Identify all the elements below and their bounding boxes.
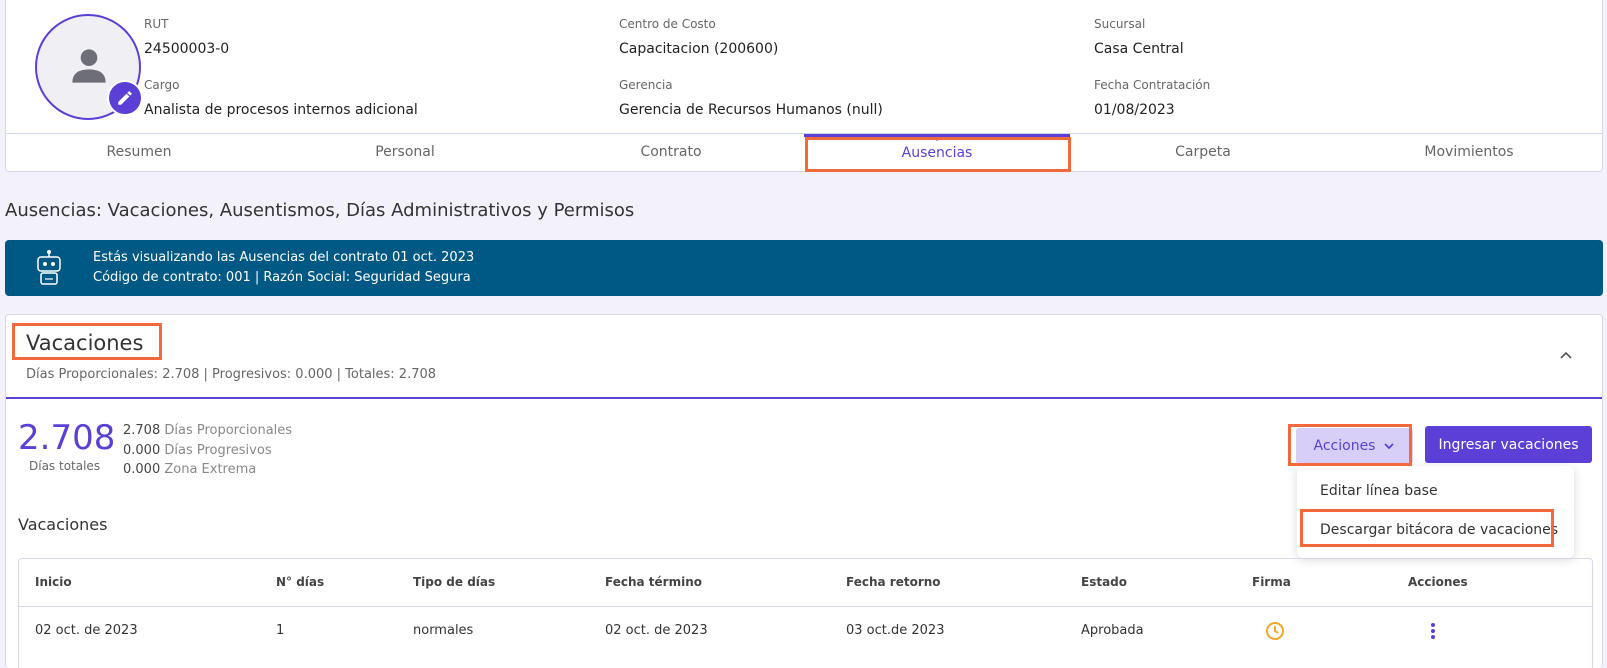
breakdown-row: 0.000 Zona Extrema — [123, 460, 292, 480]
employee-header-card: RUT 24500003-0 Centro de Costo Capacitac… — [5, 0, 1603, 172]
breakdown-value: 2.708 — [123, 423, 161, 438]
menu-item-editar-linea-base[interactable]: Editar línea base — [1320, 483, 1438, 499]
fecha-contratacion-field: Fecha Contratación 01/08/2023 — [1094, 78, 1210, 118]
sucursal-value: Casa Central — [1094, 41, 1184, 57]
breakdown-label: Zona Extrema — [164, 462, 257, 477]
cell-inicio: 02 oct. de 2023 — [35, 623, 138, 638]
menu-item-descargar-bitacora[interactable]: Descargar bitácora de vacaciones — [1320, 522, 1558, 538]
breakdown-row: 0.000 Días Progresivos — [123, 441, 292, 461]
acciones-label: Acciones — [1313, 438, 1376, 454]
banner-line-1: Estás visualizando las Ausencias del con… — [93, 250, 475, 265]
cargo-field: Cargo Analista de procesos internos adic… — [144, 78, 418, 118]
vacaciones-divider — [6, 397, 1602, 399]
tab-carpeta[interactable]: Carpeta — [1070, 134, 1336, 172]
pencil-icon — [118, 91, 132, 105]
table-header: Inicio N° días Tipo de días Fecha términ… — [19, 559, 1592, 607]
robot-icon — [37, 250, 61, 285]
centro-costo-field: Centro de Costo Capacitacion (200600) — [619, 17, 778, 57]
ingresar-vacaciones-button[interactable]: Ingresar vacaciones — [1425, 426, 1592, 463]
acciones-button[interactable]: Acciones — [1296, 428, 1413, 464]
tab-personal[interactable]: Personal — [272, 134, 538, 172]
cargo-value: Analista de procesos internos adicional — [144, 102, 418, 118]
breakdown-label: Días Progresivos — [164, 442, 272, 458]
chevron-up-icon[interactable] — [1558, 347, 1574, 363]
vacaciones-title: Vacaciones — [26, 331, 144, 355]
cell-estado: Aprobada — [1081, 623, 1144, 638]
column-header: N° días — [276, 575, 325, 589]
total-days-label: Días totales — [29, 459, 101, 473]
breakdown-label: Días Proporcionales — [164, 423, 293, 438]
vacaciones-card: Vacaciones Días Proporcionales: 2.708 | … — [5, 314, 1603, 668]
profile-tabs: Resumen Personal Contrato Ausencias Carp… — [6, 134, 1602, 172]
fecha-contratacion-label: Fecha Contratación — [1094, 78, 1211, 92]
column-header: Fecha término — [605, 575, 702, 589]
breakdown-value: 0.000 — [123, 462, 161, 477]
breakdown-value: 0.000 — [123, 442, 161, 458]
kebab-icon[interactable] — [1428, 621, 1438, 641]
contract-info-banner: Estás visualizando las Ausencias del con… — [5, 240, 1603, 296]
cell-tipo: normales — [413, 623, 474, 638]
centro-costo-label: Centro de Costo — [619, 17, 716, 31]
banner-line-2: Código de contrato: 001 | Razón Social: … — [93, 270, 471, 285]
edit-avatar-button[interactable] — [107, 80, 143, 116]
days-breakdown: 2.708 Días Proporcionales 0.000 Días Pro… — [123, 421, 292, 480]
column-header: Firma — [1252, 575, 1291, 589]
vacaciones-list-title: Vacaciones — [18, 515, 108, 534]
person-icon — [72, 49, 106, 83]
clock-icon — [1266, 622, 1284, 640]
tab-movimientos[interactable]: Movimientos — [1336, 134, 1602, 172]
gerencia-value: Gerencia de Recursos Humanos (null) — [619, 102, 883, 118]
vacaciones-subtitle: Días Proporcionales: 2.708 | Progresivos… — [26, 367, 437, 382]
page-title: Ausencias: Vacaciones, Ausentismos, Días… — [5, 200, 635, 221]
tab-ausencias[interactable]: Ausencias — [804, 134, 1070, 172]
cargo-label: Cargo — [144, 78, 180, 92]
breakdown-row: 2.708 Días Proporcionales — [123, 421, 292, 441]
cell-dias: 1 — [276, 623, 285, 638]
acciones-dropdown-menu: Editar línea base Descargar bitácora de … — [1297, 466, 1574, 558]
column-header: Acciones — [1408, 575, 1468, 589]
rut-value: 24500003-0 — [144, 41, 230, 57]
cell-termino: 02 oct. de 2023 — [605, 623, 708, 638]
cell-retorno: 03 oct.de 2023 — [846, 623, 945, 638]
chevron-down-icon — [1384, 443, 1395, 450]
vacaciones-table: Inicio N° días Tipo de días Fecha términ… — [18, 558, 1593, 668]
avatar — [35, 14, 143, 120]
column-header: Inicio — [35, 575, 72, 589]
gerencia-label: Gerencia — [619, 78, 673, 92]
column-header: Estado — [1081, 575, 1128, 589]
sucursal-label: Sucursal — [1094, 17, 1146, 31]
rut-field: RUT 24500003-0 — [144, 17, 229, 57]
tab-resumen[interactable]: Resumen — [6, 134, 272, 172]
column-header: Fecha retorno — [846, 575, 941, 589]
gerencia-field: Gerencia Gerencia de Recursos Humanos (n… — [619, 78, 883, 118]
sucursal-field: Sucursal Casa Central — [1094, 17, 1184, 57]
column-header: Tipo de días — [413, 575, 496, 589]
tab-contrato[interactable]: Contrato — [538, 134, 804, 172]
centro-costo-value: Capacitacion (200600) — [619, 41, 779, 57]
total-days-value: 2.708 — [18, 418, 116, 458]
fecha-contratacion-value: 01/08/2023 — [1094, 102, 1175, 118]
rut-label: RUT — [144, 17, 169, 31]
